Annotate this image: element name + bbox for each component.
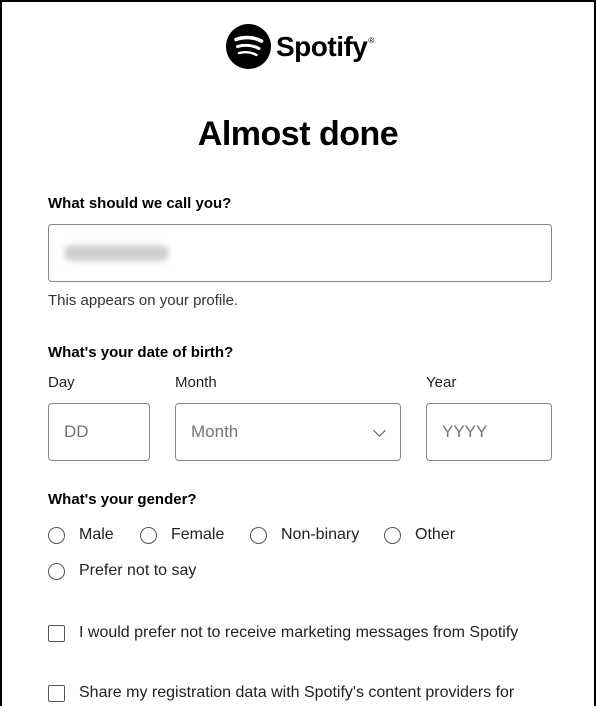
radio-button[interactable] <box>48 526 65 544</box>
gender-option-other[interactable]: Other <box>384 526 455 544</box>
marketing-opt-out-checkbox[interactable] <box>48 624 65 642</box>
marketing-opt-out-row[interactable]: I would prefer not to receive marketing … <box>48 624 518 642</box>
radio-button[interactable] <box>48 562 65 580</box>
spotify-wordmark: Spotify <box>276 30 368 62</box>
radio-label: Male <box>79 526 114 543</box>
gender-option-prefer-not-to-say[interactable]: Prefer not to say <box>48 562 196 580</box>
radio-button[interactable] <box>140 526 157 544</box>
month-placeholder: Month <box>191 422 239 441</box>
year-label: Year <box>426 374 457 391</box>
year-input[interactable]: YYYY <box>426 403 552 461</box>
radio-button[interactable] <box>250 526 267 544</box>
display-name-input[interactable] <box>48 224 552 282</box>
gender-option-male[interactable]: Male <box>48 526 114 544</box>
registered-mark: ® <box>368 36 375 45</box>
radio-label: Other <box>415 526 456 543</box>
day-placeholder: DD <box>64 422 89 441</box>
spotify-logo[interactable]: Spotify ® <box>226 24 374 69</box>
gender-option-female[interactable]: Female <box>140 526 224 544</box>
gender-option-non-binary[interactable]: Non-binary <box>250 526 359 544</box>
year-placeholder: YYYY <box>442 422 488 441</box>
day-label: Day <box>48 374 75 391</box>
page-title: Almost done <box>197 115 399 153</box>
share-data-row[interactable]: Share my registration data with Spotify'… <box>48 684 514 702</box>
chevron-down-icon <box>373 424 386 437</box>
month-label: Month <box>175 374 217 391</box>
spotify-logo-icon <box>226 24 271 69</box>
share-data-label: Share my registration data with Spotify'… <box>79 684 515 701</box>
month-select[interactable]: Month <box>175 403 401 461</box>
name-label: What should we call you? <box>48 195 232 212</box>
radio-label: Prefer not to say <box>79 562 197 579</box>
marketing-opt-out-label: I would prefer not to receive marketing … <box>79 624 519 641</box>
radio-button[interactable] <box>384 526 401 544</box>
share-data-checkbox[interactable] <box>48 684 65 702</box>
name-hint: This appears on your profile. <box>48 292 239 309</box>
blurred-name-value <box>64 245 169 261</box>
signup-form-window: Spotify ® Almost done What should we cal… <box>0 0 596 706</box>
radio-label: Non-binary <box>281 526 360 543</box>
day-input[interactable]: DD <box>48 403 150 461</box>
dob-label: What's your date of birth? <box>48 344 234 361</box>
gender-label: What's your gender? <box>48 491 197 508</box>
radio-label: Female <box>171 526 225 543</box>
